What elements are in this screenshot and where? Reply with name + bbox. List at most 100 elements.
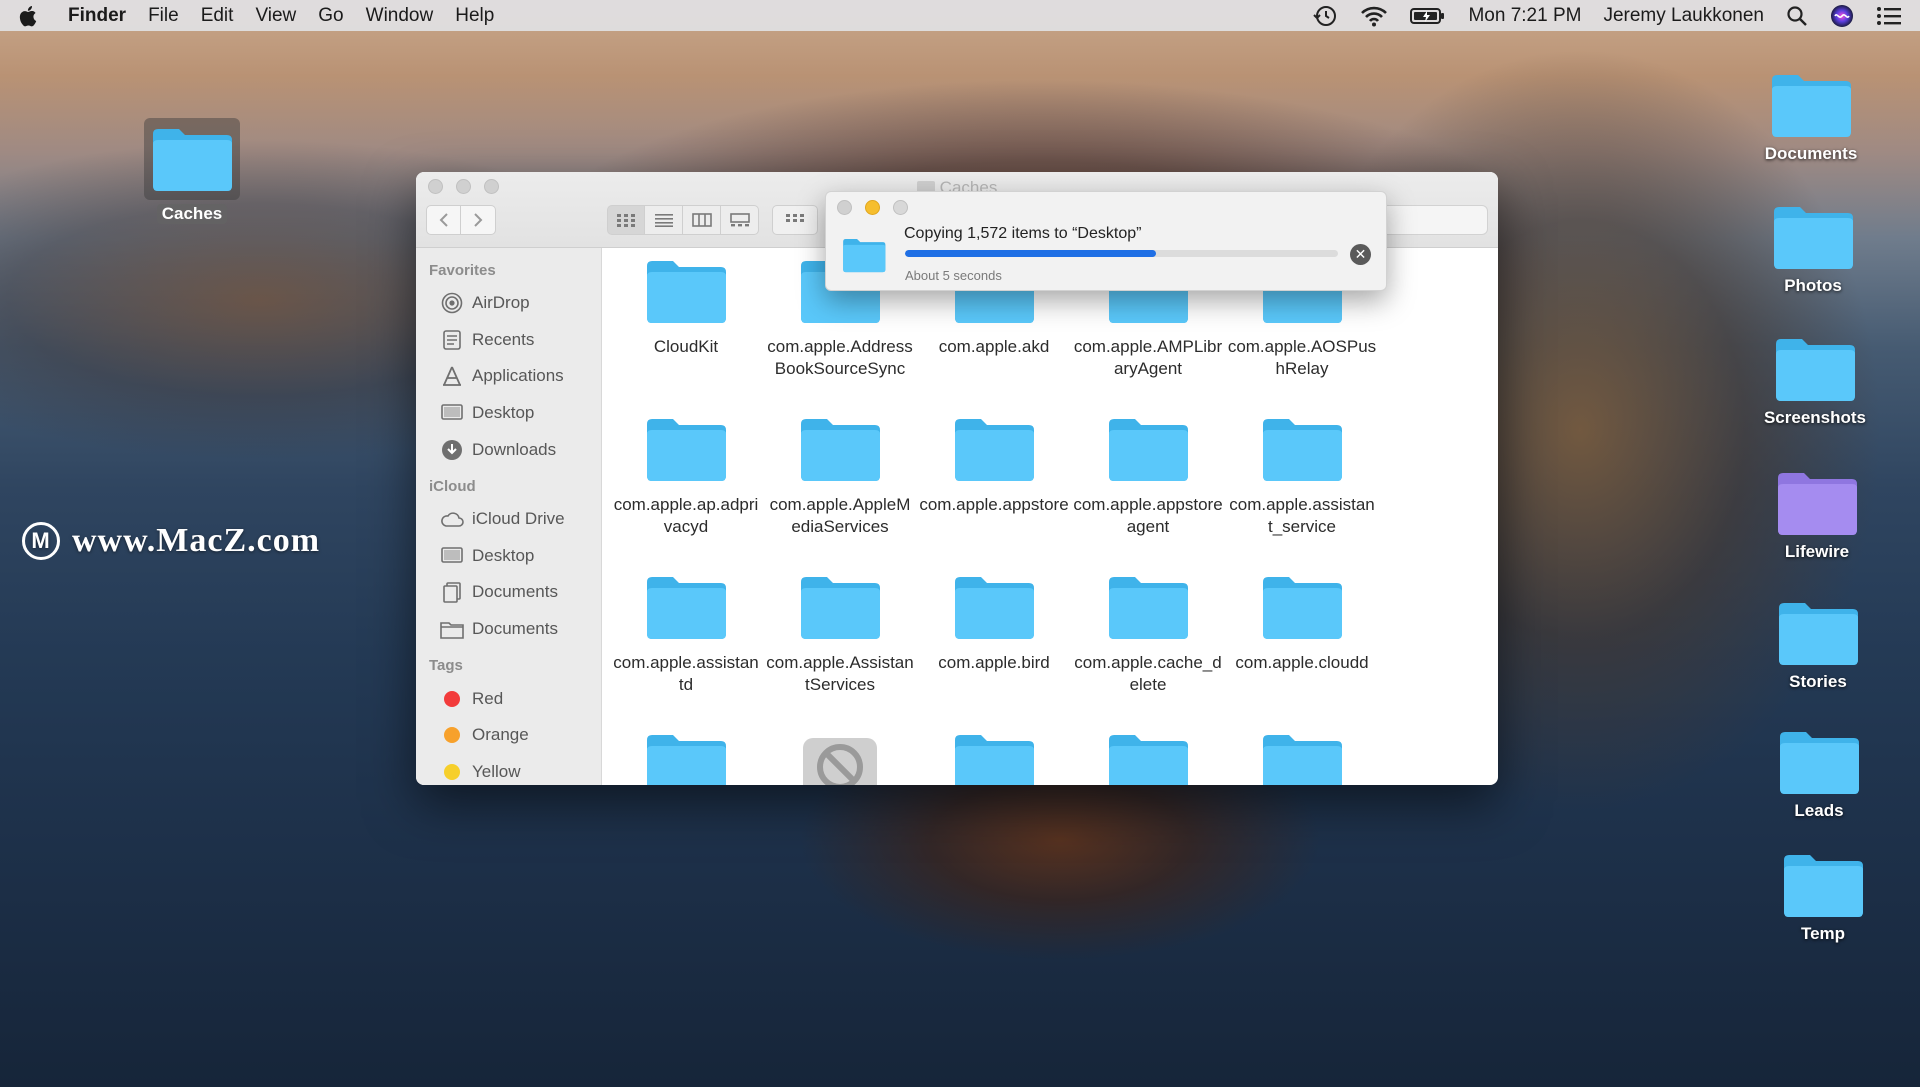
sidebar-item-documents-folder[interactable]: Documents [416, 611, 601, 648]
navigation-buttons [426, 205, 496, 235]
sidebar-item-label: Documents [472, 619, 558, 639]
spotlight-search-icon[interactable] [1786, 5, 1808, 27]
folder-item[interactable]: com.apple.appstore [919, 414, 1069, 516]
desktop-folder-photos[interactable]: Photos [1753, 202, 1873, 296]
wifi-icon[interactable] [1360, 5, 1388, 27]
restricted-folder-icon [803, 738, 877, 785]
yellow-tag-icon [444, 763, 460, 780]
battery-icon[interactable] [1410, 6, 1446, 26]
folder-icon [1263, 735, 1342, 785]
menu-edit[interactable]: Edit [201, 5, 234, 27]
gallery-view-button[interactable] [721, 205, 759, 235]
cloud-icon [440, 507, 464, 531]
sidebar-item-label: Downloads [472, 439, 557, 459]
dialog-minimize-button[interactable] [865, 200, 880, 215]
folder-item-label: com.apple.assistantd [613, 653, 759, 694]
desktop-folder-label: Lifewire [1784, 542, 1850, 561]
desktop-folder-leads[interactable]: Leads [1759, 727, 1879, 821]
sidebar-item-recents[interactable]: Recents [416, 322, 601, 359]
sidebar-item-label: Recents [472, 329, 535, 349]
desktop-folder-stories[interactable]: Stories [1758, 598, 1878, 692]
sidebar-header-icloud: iCloud [429, 477, 476, 495]
desktop-folder-documents[interactable]: Documents [1751, 70, 1871, 164]
desktop-folder-temp[interactable]: Temp [1763, 850, 1883, 944]
folder-item[interactable]: CloudKit [611, 256, 761, 358]
dialog-window-controls [837, 200, 921, 215]
menu-file[interactable]: File [148, 5, 179, 27]
folder-item[interactable]: com.apple.appstoreagent [1073, 414, 1223, 538]
list-view-button[interactable] [645, 205, 683, 235]
folder-item-label: CloudKit [653, 337, 719, 356]
downloads-icon [440, 438, 464, 462]
folder-item[interactable]: com.apple.assistantd [611, 572, 761, 696]
back-button[interactable] [426, 205, 461, 235]
sidebar-item-downloads[interactable]: Downloads [416, 431, 601, 468]
dialog-close-button[interactable] [837, 200, 852, 215]
folder-item[interactable]: com.apple.AppleMediaServices [765, 414, 915, 538]
folder-icon [843, 238, 886, 273]
desktop-icon [440, 544, 464, 568]
folder-item[interactable]: com.apple.assistant_service [1227, 414, 1377, 538]
sidebar-item-desktop[interactable]: Desktop [416, 395, 601, 432]
desktop-folder-caches[interactable]: Caches [132, 118, 252, 224]
menu-view[interactable]: View [255, 5, 296, 27]
sidebar-item-label: Documents [472, 582, 558, 602]
folder-icon [1263, 577, 1342, 639]
menubar-clock[interactable]: Mon 7:21 PM [1468, 5, 1581, 27]
group-by-button[interactable] [772, 205, 818, 235]
menu-finder[interactable]: Finder [68, 5, 126, 27]
folder-icon [647, 419, 726, 481]
folder-item[interactable]: com.apple.AssistantServices [765, 572, 915, 696]
sidebar-item-label: Orange [472, 725, 529, 745]
time-machine-icon[interactable] [1312, 4, 1338, 28]
sidebar-tag-red[interactable]: Red [416, 680, 601, 717]
red-tag-icon [444, 690, 460, 707]
sidebar-item-label: Applications [472, 366, 564, 386]
sidebar-item-airdrop[interactable]: AirDrop [416, 285, 601, 322]
icon-view-button[interactable] [607, 205, 645, 235]
folder-item[interactable]: com.apple.cloudd [1227, 572, 1377, 674]
desktop-folder-screenshots[interactable]: Screenshots [1755, 334, 1875, 428]
sidebar-item-icloud-desktop[interactable]: Desktop [416, 538, 601, 575]
forward-button[interactable] [461, 205, 496, 235]
recents-icon [440, 328, 464, 352]
sidebar-header-tags: Tags [429, 657, 463, 675]
sidebar-item-applications[interactable]: Applications [416, 358, 601, 395]
cancel-copy-button[interactable]: ✕ [1350, 244, 1371, 265]
watermark-logo: M [22, 522, 60, 560]
folder-item[interactable]: com.apple.cache_delete [1073, 572, 1223, 696]
folder-item[interactable] [919, 730, 1069, 785]
folder-icon [647, 577, 726, 639]
group-grid-icon [786, 214, 804, 222]
dialog-zoom-button[interactable] [893, 200, 908, 215]
folder-item-label: com.apple.AppleMediaServices [769, 495, 911, 536]
apple-logo-icon[interactable] [18, 4, 40, 28]
folder-icon [955, 735, 1034, 785]
menubar-user[interactable]: Jeremy Laukkonen [1603, 5, 1764, 27]
folder-item[interactable] [1227, 730, 1377, 785]
desktop-folder-lifewire[interactable]: Lifewire [1757, 468, 1877, 562]
sidebar-item-label: Desktop [472, 403, 535, 423]
sidebar-item-icloud-drive[interactable]: iCloud Drive [416, 501, 601, 538]
menu-bar: Finder File Edit View Go Window Help Mon… [0, 0, 1920, 31]
folder-item[interactable]: com.apple.bird [919, 572, 1069, 674]
column-view-button[interactable] [683, 205, 721, 235]
sidebar-item-icloud-documents[interactable]: Documents [416, 574, 601, 611]
folder-item[interactable] [611, 730, 761, 785]
menu-window[interactable]: Window [366, 5, 434, 27]
copy-title: Copying 1,572 items to “Desktop” [904, 225, 1142, 242]
progress-fill [905, 250, 1157, 257]
folder-icon [1779, 603, 1858, 665]
folder-icon [1263, 419, 1342, 481]
menu-help[interactable]: Help [455, 5, 494, 27]
menu-go[interactable]: Go [318, 5, 343, 27]
folder-icon [1774, 207, 1853, 269]
sidebar-tag-yellow[interactable]: Yellow [416, 754, 601, 785]
folder-item[interactable]: com.apple.ap.adprivacyd [611, 414, 761, 538]
folder-item[interactable] [765, 730, 915, 785]
folder-item-label: com.apple.appstore [919, 495, 1069, 514]
sidebar-tag-orange[interactable]: Orange [416, 717, 601, 754]
folder-item[interactable] [1073, 730, 1223, 785]
siri-icon[interactable] [1830, 4, 1854, 28]
notification-center-icon[interactable] [1876, 6, 1902, 26]
